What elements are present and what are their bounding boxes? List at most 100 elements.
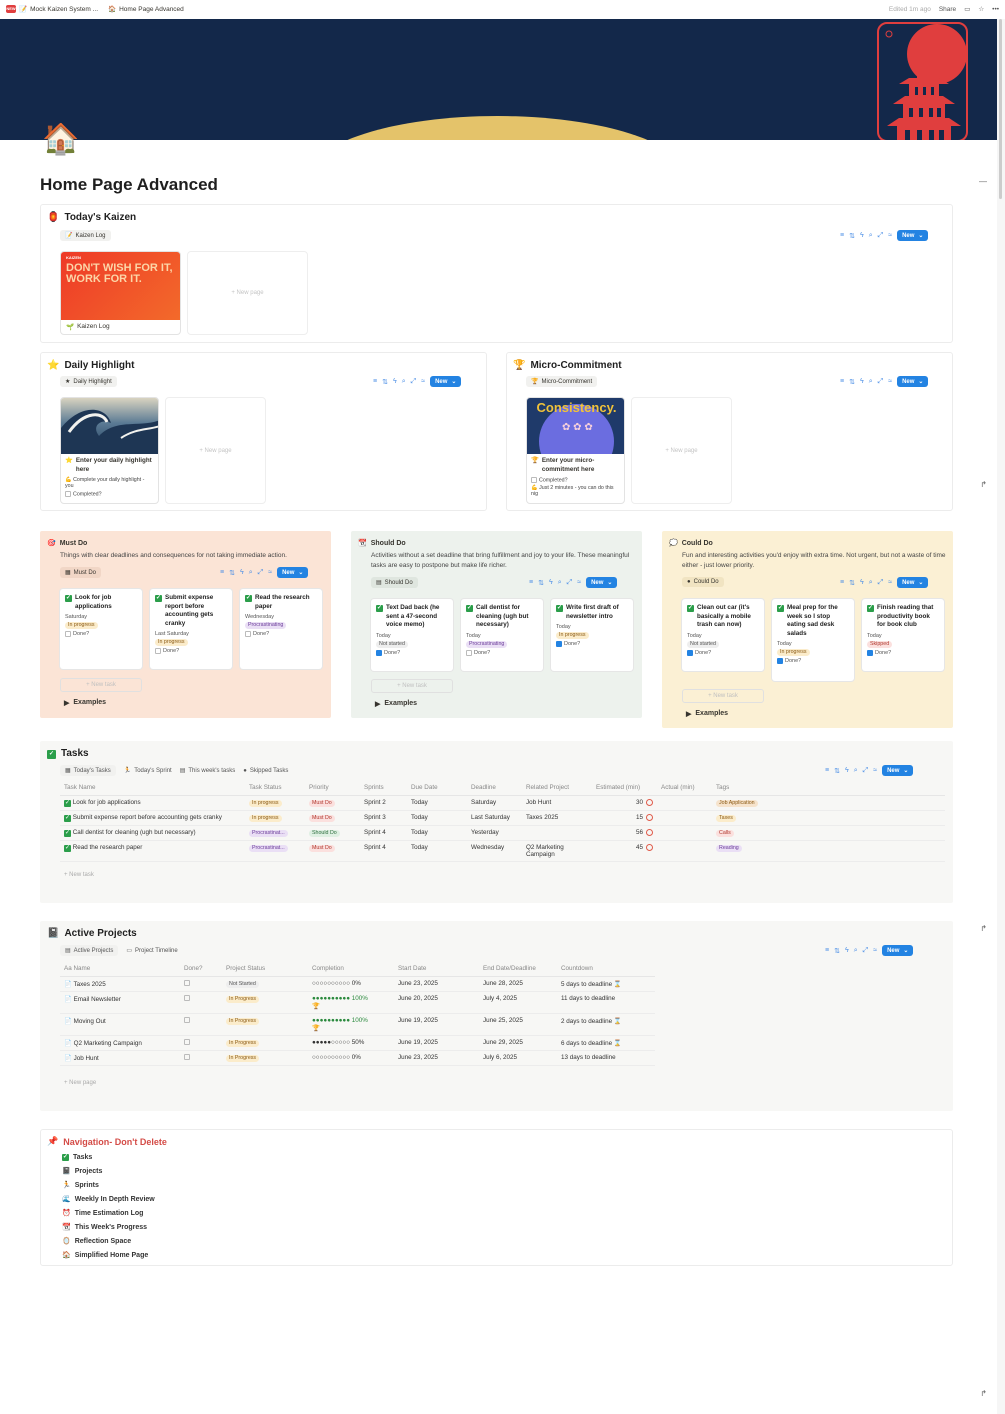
filter-icon[interactable]: ≡	[840, 232, 844, 239]
done-checkbox[interactable]: Done?	[687, 649, 759, 656]
table-row[interactable]: 📄 Taxes 2025 Not Started ○○○○○○○○○○ 0% J…	[60, 976, 655, 992]
col-actual[interactable]: Actual (min)	[657, 781, 712, 796]
task-card[interactable]: ✓ Text Dad back (he sent a 47-second voic…	[371, 599, 453, 671]
kaizen-new-button[interactable]: New ⌄	[897, 230, 929, 241]
sort-icon[interactable]: ⇅	[382, 378, 388, 386]
nav-link-weekly-review[interactable]: 🌊 Weekly In Depth Review	[62, 1192, 155, 1206]
expand-icon[interactable]: ⤢	[878, 232, 884, 240]
col-estimated[interactable]: Estimated (min)	[592, 781, 657, 796]
col-deadline[interactable]: Deadline	[467, 781, 522, 796]
search-icon[interactable]: ⌕	[249, 569, 253, 577]
settings-icon[interactable]: ≈	[888, 232, 892, 239]
tab-active-projects[interactable]: ▤ Active Projects	[60, 945, 119, 956]
settings-icon[interactable]: ≈	[888, 579, 892, 586]
col-project-status[interactable]: Project Status	[222, 962, 308, 977]
nav-link-simplified-home[interactable]: 🏠 Simplified Home Page	[62, 1248, 155, 1262]
sort-icon[interactable]: ⇅	[834, 947, 840, 955]
nav-link-weeks-progress[interactable]: 📆 This Week's Progress	[62, 1220, 155, 1234]
automation-icon[interactable]: ϟ	[240, 569, 244, 576]
automation-icon[interactable]: ϟ	[860, 378, 864, 385]
col-priority[interactable]: Priority	[305, 781, 360, 796]
kaizen-new-page[interactable]: + New page	[187, 251, 308, 335]
task-card[interactable]: ✓ Look for job applications Saturday In p…	[60, 589, 142, 669]
done-checkbox[interactable]	[184, 1053, 190, 1060]
search-icon[interactable]: ⌕	[402, 378, 406, 386]
table-row[interactable]: ✓ Look for job applications In progress …	[60, 795, 945, 811]
sort-icon[interactable]: ⇅	[229, 569, 235, 577]
automation-icon[interactable]: ϟ	[845, 947, 849, 954]
filter-icon[interactable]: ≡	[825, 947, 829, 954]
settings-icon[interactable]: ≈	[268, 569, 272, 576]
table-row[interactable]: 📄 Moving Out In Progress ●●●●●●●●●● 100%…	[60, 1013, 655, 1036]
table-row[interactable]: ✓ Call dentist for cleaning (ugh but nec…	[60, 825, 945, 841]
related-project-link[interactable]	[522, 825, 592, 841]
search-icon[interactable]: ⌕	[869, 232, 873, 240]
task-card[interactable]: ✓ Read the research paper Wednesday Procr…	[240, 589, 322, 669]
kaizen-log-card[interactable]: KAIZEN DON'T WISH FOR IT, WORK FOR IT. 🌱…	[60, 251, 181, 335]
nav-link-projects[interactable]: 📓 Projects	[62, 1164, 155, 1178]
scrollbar-thumb[interactable]	[999, 19, 1002, 199]
filter-icon[interactable]: ≡	[840, 579, 844, 586]
search-icon[interactable]: ⌕	[854, 947, 858, 955]
col-task-name[interactable]: Task Name	[60, 781, 245, 796]
settings-icon[interactable]: ≈	[873, 767, 877, 774]
task-card[interactable]: ✓ Submit expense report before accounting…	[150, 589, 232, 669]
col-countdown[interactable]: Countdown	[557, 962, 655, 977]
breadcrumb-page[interactable]: 🏠 Home Page Advanced	[108, 5, 184, 14]
favorite-star-icon[interactable]: ☆	[978, 5, 984, 13]
nav-link-time-estimation[interactable]: ⏰ Time Estimation Log	[62, 1206, 155, 1220]
tab-this-weeks-tasks[interactable]: ▤ This week's tasks	[180, 765, 236, 776]
done-checkbox[interactable]: Done?	[867, 649, 939, 656]
done-checkbox[interactable]: Done?	[556, 641, 628, 647]
search-icon[interactable]: ⌕	[869, 579, 873, 587]
task-card[interactable]: ✓ Finish reading that productivity book f…	[862, 599, 944, 671]
related-project-link[interactable]: Q2 Marketing Campaign	[522, 840, 592, 862]
tab-project-timeline[interactable]: ▭ Project Timeline	[126, 945, 177, 956]
table-row[interactable]: 📄 Job Hunt In Progress ○○○○○○○○○○ 0% Jun…	[60, 1050, 655, 1066]
should-do-new-button[interactable]: New ⌄	[586, 577, 618, 588]
table-row[interactable]: ✓ Submit expense report before accountin…	[60, 810, 945, 826]
table-row[interactable]: ✓ Read the research paper Procrastinat..…	[60, 840, 945, 862]
comment-side-icon[interactable]: ↱	[980, 924, 987, 933]
table-row[interactable]: 📄 Q2 Marketing Campaign In Progress ●●●●…	[60, 1035, 655, 1051]
highlight-view-tab[interactable]: ★ Daily Highlight	[60, 376, 117, 387]
settings-icon[interactable]: ≈	[577, 579, 581, 586]
related-project-link[interactable]: Taxes 2025	[522, 810, 592, 826]
settings-icon[interactable]: ≈	[888, 378, 892, 385]
related-project-link[interactable]: Job Hunt	[522, 795, 592, 811]
could-do-new-button[interactable]: New ⌄	[897, 577, 929, 588]
done-checkbox[interactable]	[184, 979, 190, 986]
done-checkbox[interactable]: Done?	[777, 658, 849, 664]
task-card[interactable]: ✓ Write first draft of newsletter intro T…	[551, 599, 633, 671]
micro-view-tab[interactable]: 🏆 Micro-Commitment	[526, 376, 598, 387]
automation-icon[interactable]: ϟ	[393, 378, 397, 385]
done-checkbox[interactable]	[184, 1016, 190, 1023]
projects-new-button[interactable]: New ⌄	[882, 945, 914, 956]
should-do-view-tab[interactable]: ▤ Should Do	[371, 577, 418, 588]
automation-icon[interactable]: ϟ	[549, 579, 553, 586]
could-do-new-task[interactable]: + New task	[682, 689, 764, 703]
expand-icon[interactable]: ⤢	[258, 569, 264, 577]
done-checkbox[interactable]	[184, 1038, 190, 1045]
highlight-card[interactable]: ⭐ Enter your daily highlight here 💪 Compl…	[60, 397, 159, 504]
expand-icon[interactable]: ⤢	[878, 579, 884, 587]
micro-new-button[interactable]: New ⌄	[897, 376, 929, 387]
col-due-date[interactable]: Due Date	[407, 781, 467, 796]
col-end-date[interactable]: End Date/Deadline	[479, 962, 557, 977]
nav-link-tasks[interactable]: ✓ Tasks	[62, 1150, 155, 1164]
nav-link-sprints[interactable]: 🏃 Sprints	[62, 1178, 155, 1192]
projects-new-page[interactable]: + New page	[64, 1080, 96, 1086]
sort-icon[interactable]: ⇅	[834, 767, 840, 775]
done-checkbox[interactable]: Done?	[466, 649, 538, 656]
sort-icon[interactable]: ⇅	[538, 579, 544, 587]
must-do-new-task[interactable]: + New task	[60, 678, 142, 692]
done-checkbox[interactable]	[184, 994, 190, 1001]
task-card[interactable]: ✓ Clean out car (it's basically a mobile …	[682, 599, 764, 671]
should-do-new-task[interactable]: + New task	[371, 679, 453, 693]
nav-link-reflection[interactable]: 🪞 Reflection Space	[62, 1234, 155, 1248]
automation-icon[interactable]: ϟ	[860, 579, 864, 586]
col-done[interactable]: Done?	[180, 962, 222, 977]
search-icon[interactable]: ⌕	[558, 579, 562, 587]
micro-new-page[interactable]: + New page	[631, 397, 732, 504]
settings-icon[interactable]: ≈	[421, 378, 425, 385]
